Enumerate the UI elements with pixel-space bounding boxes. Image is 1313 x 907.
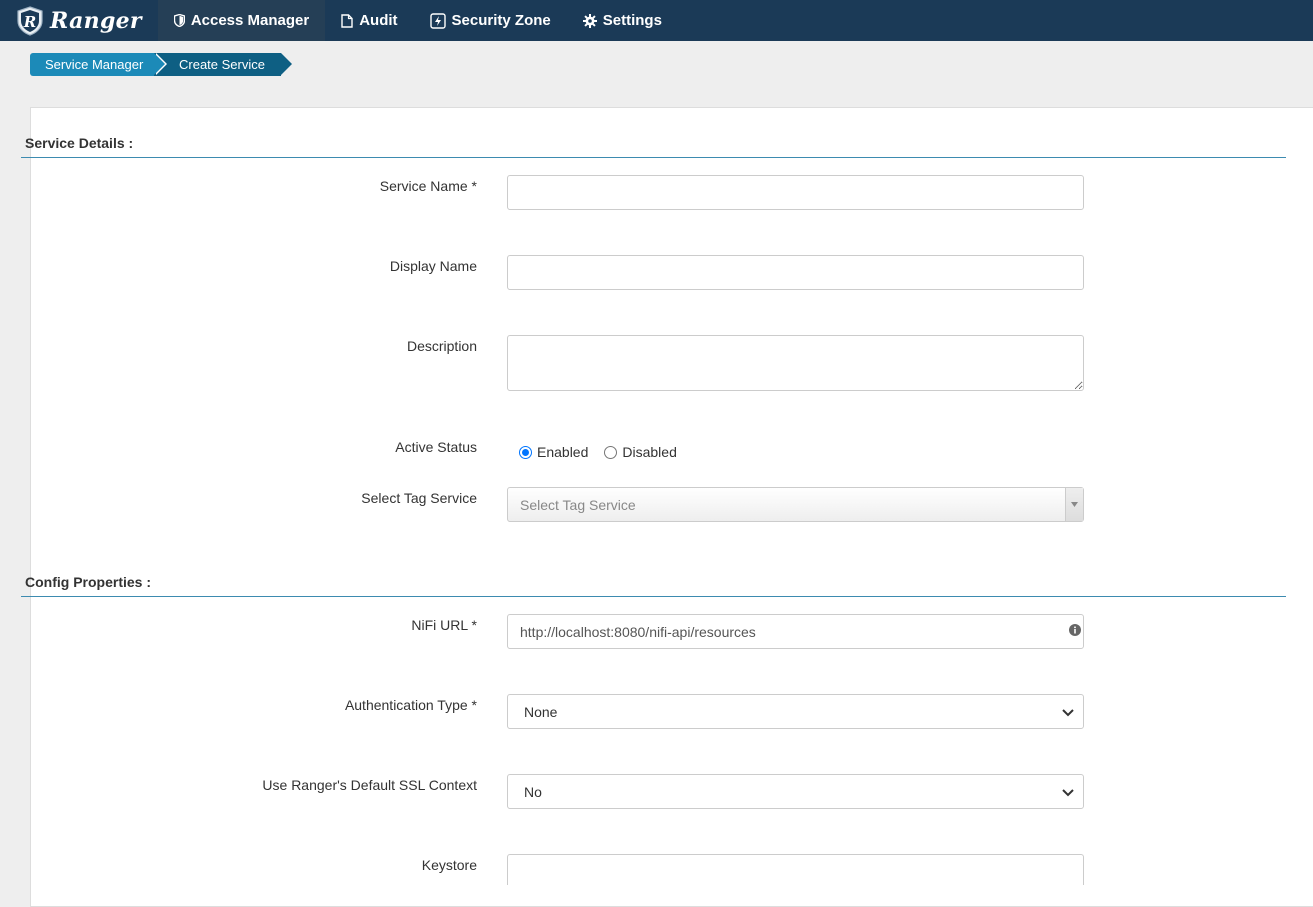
file-icon (341, 13, 353, 28)
nav-settings[interactable]: Settings (567, 0, 678, 41)
caret-down-icon (1071, 502, 1078, 507)
nifi-url-input[interactable] (507, 614, 1084, 649)
display-name-input[interactable] (507, 255, 1084, 290)
top-navbar: R Ranger Access Manager Audit Security Z… (0, 0, 1313, 41)
tag-service-arrow[interactable] (1065, 488, 1083, 521)
nav-access-manager[interactable]: Access Manager (157, 0, 326, 41)
svg-text:R: R (23, 13, 36, 31)
ssl-context-label: Use Ranger's Default SSL Context (262, 777, 477, 793)
radio-enabled-label: Enabled (537, 444, 589, 460)
nav-audit[interactable]: Audit (325, 0, 413, 41)
nav-label: Security Zone (451, 12, 551, 29)
description-label: Description (406, 338, 477, 354)
service-name-input[interactable] (507, 175, 1084, 210)
ssl-context-select[interactable]: No (507, 774, 1084, 809)
tag-service-label: Select Tag Service (361, 490, 477, 506)
active-status-label: Active Status (395, 439, 477, 455)
nav-label: Audit (359, 12, 398, 29)
keystore-input[interactable] (507, 854, 1084, 885)
radio-enabled[interactable]: Enabled (519, 444, 588, 460)
shield-icon (173, 14, 185, 27)
ranger-logo-icon: R (17, 5, 43, 36)
tag-service-placeholder: Select Tag Service (520, 496, 636, 513)
info-icon[interactable] (1069, 624, 1081, 636)
keystore-label: Keystore (421, 857, 477, 873)
auth-type-select[interactable]: None (507, 694, 1084, 729)
service-name-label: Service Name * (379, 178, 477, 194)
nifi-url-label: NiFi URL * (411, 617, 477, 633)
breadcrumb-create-service: Create Service (154, 53, 292, 76)
active-status-radio-group: Enabled Disabled (519, 444, 693, 460)
radio-enabled-button[interactable] (519, 445, 532, 459)
nav-security-zone[interactable]: Security Zone (414, 0, 567, 41)
breadcrumb-service-manager[interactable]: Service Manager (30, 53, 167, 76)
tag-service-select[interactable]: Select Tag Service (507, 487, 1084, 522)
auth-type-label: Authentication Type * (344, 697, 477, 713)
section-config-properties: Config Properties : (21, 574, 1286, 597)
nav-label: Settings (602, 12, 662, 29)
chevron-down-icon (1062, 709, 1074, 717)
display-name-label: Display Name (389, 258, 477, 274)
lightning-icon (429, 12, 446, 29)
nav-label: Access Manager (190, 12, 310, 29)
gear-icon (582, 13, 597, 28)
chevron-down-icon (1062, 789, 1074, 797)
breadcrumb: Service Manager Create Service (30, 53, 292, 76)
section-service-details: Service Details : (21, 135, 1286, 158)
ssl-context-value: No (524, 783, 542, 800)
radio-disabled[interactable]: Disabled (604, 444, 677, 460)
description-textarea[interactable] (507, 335, 1084, 391)
brand-name: Ranger (50, 7, 142, 34)
brand[interactable]: R Ranger (0, 0, 158, 41)
radio-disabled-label: Disabled (622, 444, 677, 460)
radio-disabled-button[interactable] (604, 445, 618, 459)
auth-type-value: None (524, 703, 558, 720)
